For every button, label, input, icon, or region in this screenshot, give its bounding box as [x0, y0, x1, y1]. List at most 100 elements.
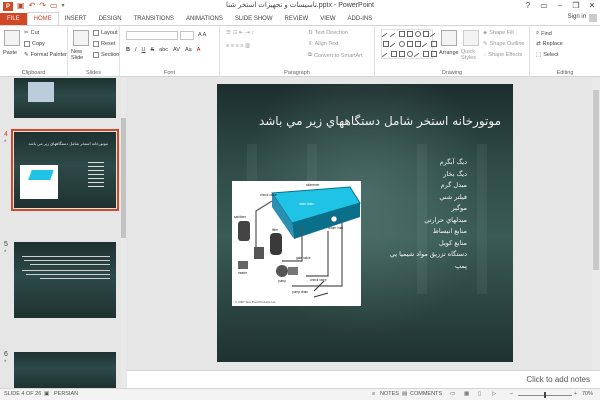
pool-system-diagram[interactable]: skimmer check valve main drain return in…	[232, 181, 361, 306]
strikethrough-button[interactable]: S	[151, 47, 155, 53]
quick-styles-icon[interactable]	[463, 30, 479, 46]
slide-sorter-icon[interactable]: ▦	[464, 391, 469, 397]
bullet-item: ديگ آبگرم	[439, 158, 467, 166]
close-button[interactable]: ✕	[584, 0, 600, 12]
thumbnails-scrollbar[interactable]	[121, 78, 126, 388]
slide-thumbnail-4[interactable]: موتورخانه استخر شامل دستگاههاي زير مي با…	[11, 129, 119, 211]
tab-home[interactable]: HOME	[26, 12, 59, 25]
brush-icon: ✎	[24, 52, 29, 58]
notes-icon[interactable]: ≡	[372, 391, 375, 397]
paste-button[interactable]: Paste	[3, 50, 17, 56]
label-pump-drain: pump drain	[292, 290, 308, 294]
comments-toggle[interactable]: COMMENTS	[410, 391, 442, 397]
text-direction-button[interactable]: ⇅ Text Direction	[308, 30, 348, 36]
cut-button[interactable]: ✂ Cut	[24, 30, 39, 36]
paragraph-group: ☰ ☷ ⇤ ⇥ ↕ ≡ ≡ ≡ ≡ ▥ ⇅ Text Direction ⇕ Ali…	[220, 26, 375, 77]
editor-scrollbar[interactable]	[592, 78, 600, 378]
account-icon[interactable]	[589, 14, 597, 22]
select-button[interactable]: ⬚ Select	[536, 52, 559, 58]
notes-toggle[interactable]: NOTES	[380, 391, 399, 397]
quick-styles-button[interactable]: Quick Styles	[461, 49, 479, 61]
format-painter-button[interactable]: ✎ Format Painter	[24, 52, 67, 58]
layout-label: Layout	[101, 30, 118, 36]
notes-placeholder[interactable]: Click to add notes	[526, 375, 590, 384]
current-slide[interactable]: موتورخانه استخر شامل دستگاههاي زير مي با…	[217, 84, 513, 362]
find-icon: ⌕	[536, 30, 540, 36]
normal-view-icon[interactable]: ▭	[450, 391, 455, 397]
thumbnail-title: موتورخانه استخر شامل دستگاههاي زير مي با…	[28, 141, 108, 146]
align-text-button[interactable]: ⇕ Align Text	[308, 41, 338, 47]
font-size-combo[interactable]	[180, 31, 194, 40]
notes-pane[interactable]: Click to add notes	[127, 370, 600, 388]
shapes-gallery[interactable]	[381, 29, 439, 62]
italic-button[interactable]: I	[135, 47, 137, 53]
bullet-item: مبدل گرم	[440, 181, 467, 189]
shape-effects-button[interactable]: ◌ Shape Effects	[483, 52, 522, 58]
tab-design[interactable]: DESIGN	[93, 13, 128, 25]
replace-button[interactable]: ⇄ Replace	[536, 41, 563, 47]
tab-animations[interactable]: ANIMATIONS	[180, 13, 229, 25]
tab-transitions[interactable]: TRANSITIONS	[128, 13, 180, 25]
convert-smartart-button[interactable]: ⧉ Convert to SmartArt	[308, 52, 363, 59]
slide-thumbnail-3[interactable]	[14, 78, 116, 118]
paste-icon[interactable]	[4, 30, 20, 46]
label-return-inlet: return inlet	[328, 226, 343, 230]
reading-view-icon[interactable]: ▯	[478, 391, 481, 397]
zoom-level[interactable]: 70%	[582, 391, 593, 397]
tab-insert[interactable]: INSERT	[59, 13, 93, 25]
change-case-button[interactable]: Aa	[185, 47, 192, 53]
slide-bullet-list[interactable]: ديگ آبگرم ديگ بخار مبدل گرم فيلتر شني مو…	[390, 157, 467, 272]
copy-button[interactable]: Copy	[24, 41, 45, 47]
shape-outline-label: Shape Outline	[489, 41, 525, 47]
reset-button[interactable]: Reset	[93, 41, 115, 47]
shape-fill-button[interactable]: ◈ Shape Fill	[483, 30, 514, 36]
language-indicator[interactable]: PERSIAN	[54, 391, 78, 397]
tab-add-ins[interactable]: ADD-INS	[342, 13, 379, 25]
list-buttons[interactable]: ☰ ☷ ⇤ ⇥ ↕	[226, 30, 254, 36]
slide-thumbnails-pane[interactable]: 4 * موتورخانه استخر شامل دستگاههاي زير م…	[0, 78, 126, 388]
slide-thumbnail-5[interactable]	[14, 242, 116, 318]
arrange-button[interactable]: Arrange	[439, 50, 459, 56]
sign-in-link[interactable]: Sign in	[568, 14, 586, 20]
tab-view[interactable]: VIEW	[314, 13, 341, 25]
slideshow-view-icon[interactable]: ▷	[492, 391, 496, 397]
zoom-in-button[interactable]: +	[574, 391, 577, 397]
editing-label: Editing	[556, 70, 574, 76]
slide-title[interactable]: موتورخانه استخر شامل دستگاههاي زير مي با…	[229, 114, 501, 128]
shape-outline-button[interactable]: ✎ Shape Outline	[483, 41, 524, 47]
minimize-button[interactable]: –	[552, 0, 568, 12]
grow-shrink-font[interactable]: A A	[198, 32, 206, 38]
slide-thumbnail-6[interactable]	[14, 352, 116, 388]
tab-slide-show[interactable]: SLIDE SHOW	[229, 13, 279, 25]
align-buttons[interactable]: ≡ ≡ ≡ ≡ ▥	[226, 43, 250, 49]
underline-button[interactable]: U	[142, 47, 146, 53]
heater-box	[238, 261, 248, 269]
zoom-slider-handle[interactable]	[544, 392, 546, 398]
zoom-out-button[interactable]: –	[510, 391, 513, 397]
help-button[interactable]: ?	[520, 0, 536, 12]
tab-file[interactable]: FILE	[0, 13, 27, 25]
pump-motor	[288, 267, 298, 275]
section-button[interactable]: Section	[93, 52, 119, 58]
comments-icon[interactable]: ▤	[402, 391, 407, 397]
layout-button[interactable]: Layout	[93, 30, 118, 36]
label-filter: filter	[272, 228, 279, 232]
arrange-icon[interactable]	[441, 30, 457, 46]
editor-scroll-thumb[interactable]	[593, 90, 599, 270]
new-slide-button[interactable]: New Slide	[71, 49, 91, 61]
font-name-combo[interactable]	[126, 31, 178, 40]
bold-button[interactable]: B	[126, 47, 130, 53]
shadow-button[interactable]: abc	[159, 47, 168, 53]
new-slide-icon[interactable]	[73, 30, 89, 46]
scrollbar-thumb[interactable]	[121, 118, 126, 238]
find-button[interactable]: ⌕ Find	[536, 30, 552, 37]
filter-tank	[270, 233, 282, 255]
spell-check-icon[interactable]: ▣	[44, 391, 49, 397]
font-color-button[interactable]: A	[197, 47, 201, 53]
tab-review[interactable]: REVIEW	[279, 13, 315, 25]
restore-button[interactable]: ❐	[568, 0, 584, 12]
clipboard-label: Clipboard	[21, 70, 46, 76]
sanitizer-tank	[238, 221, 250, 241]
ribbon-display-icon[interactable]: ▭	[536, 0, 552, 12]
char-spacing-button[interactable]: AV	[173, 47, 180, 53]
